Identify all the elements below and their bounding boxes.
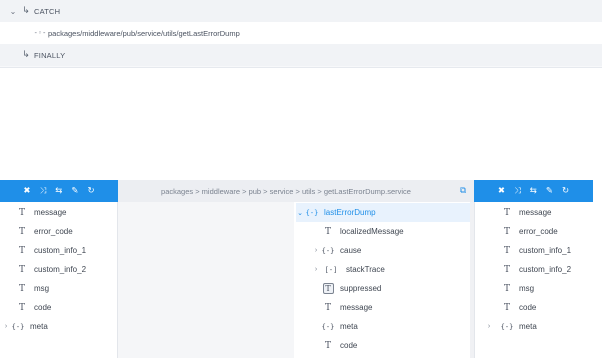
open-external-icon[interactable]: ⧉	[454, 186, 472, 196]
string-type-icon: T	[503, 226, 510, 237]
document-type-icon: {-}	[305, 208, 319, 217]
service-signature-pane: ⌄ {-} lastErrorDump T localizedMessage ›…	[118, 202, 474, 358]
field-localized-message[interactable]: T localizedMessage	[312, 222, 404, 241]
mapping-gutter	[118, 202, 294, 358]
field-last-error-dump[interactable]: ⌄ {-} lastErrorDump	[296, 203, 470, 222]
edit-icon[interactable]: ✎	[546, 186, 553, 196]
field-meta[interactable]: {-} meta	[320, 317, 358, 336]
field-custom-info-2[interactable]: T custom_info_2	[499, 260, 571, 279]
field-meta[interactable]: › {-} meta	[479, 317, 537, 336]
chevron-down-icon[interactable]: ⌄	[296, 209, 304, 217]
scroll-edge	[593, 180, 602, 358]
document-type-icon: {-}	[500, 322, 514, 331]
chevron-right-icon[interactable]: ›	[312, 266, 320, 273]
field-meta[interactable]: › {-} meta	[2, 317, 48, 336]
string-type-icon: T	[503, 245, 510, 256]
invoke-label: packages/middleware/pub/service/utils/ge…	[48, 28, 240, 38]
field-code[interactable]: T code	[499, 298, 536, 317]
field-message[interactable]: T message	[320, 298, 372, 317]
string-type-icon: T	[324, 340, 331, 351]
string-type-icon: T	[503, 264, 510, 275]
refresh-icon[interactable]: ↻	[562, 186, 569, 196]
field-custom-info-2[interactable]: T custom_info_2	[6, 260, 86, 279]
transform-icon[interactable]: ⇆	[530, 186, 537, 196]
field-custom-info-1[interactable]: T custom_info_1	[499, 241, 571, 260]
flow-step-finally[interactable]: ↳ FINALLY	[0, 44, 602, 66]
document-type-icon: {-}	[321, 322, 335, 331]
string-type-icon: T	[18, 264, 25, 275]
invoke-service-icon: -◦-	[33, 29, 47, 37]
pipeline-in-pane: T message T error_code T custom_info_1 T…	[0, 202, 118, 358]
catch-step-icon: ↳	[22, 6, 30, 16]
finally-label: FINALLY	[34, 50, 66, 60]
string-type-icon: T	[324, 302, 331, 313]
string-type-icon: T	[18, 207, 25, 218]
string-type-icon: T	[18, 226, 25, 237]
field-error-code[interactable]: T error_code	[6, 222, 73, 241]
flow-step-invoke[interactable]: -◦- packages/middleware/pub/service/util…	[0, 22, 602, 44]
edit-icon[interactable]: ✎	[71, 186, 78, 196]
string-list-type-icon: T	[320, 283, 336, 294]
field-msg[interactable]: T msg	[499, 279, 534, 298]
string-type-icon: T	[18, 245, 25, 256]
catch-label: CATCH	[34, 6, 61, 16]
field-message[interactable]: T message	[6, 203, 66, 222]
field-code[interactable]: T code	[320, 336, 357, 355]
field-error-code[interactable]: T error_code	[499, 222, 558, 241]
chevron-right-icon[interactable]: ›	[312, 247, 320, 254]
pipeline-out-pane: T message T error_code T custom_info_1 T…	[474, 202, 593, 358]
string-type-icon: T	[18, 283, 25, 294]
service-breadcrumb-bar: packages > middleware > pub > service > …	[118, 180, 474, 202]
field-stack-trace[interactable]: › [-] stackTrace	[312, 260, 385, 279]
field-suppressed[interactable]: T suppressed	[320, 279, 381, 298]
field-msg[interactable]: T msg	[6, 279, 49, 298]
document-type-icon: {-}	[11, 322, 25, 331]
field-code[interactable]: T code	[6, 298, 51, 317]
document-list-type-icon: [-]	[324, 265, 338, 274]
string-type-icon: T	[503, 283, 510, 294]
transform-icon[interactable]: ⇆	[55, 186, 62, 196]
flow-editor: ⌄ ↳ CATCH -◦- packages/middleware/pub/se…	[0, 0, 602, 68]
string-type-icon: T	[324, 226, 331, 237]
finally-step-icon: ↳	[22, 50, 30, 60]
field-cause[interactable]: › {-} cause	[312, 241, 362, 260]
close-icon[interactable]: ✖	[23, 186, 30, 196]
right-pipeline-toolbar: ✖ ⤨ ⇆ ✎ ↻	[474, 180, 593, 202]
close-icon[interactable]: ✖	[498, 186, 505, 196]
string-type-icon: T	[18, 302, 25, 313]
field-custom-info-1[interactable]: T custom_info_1	[6, 241, 86, 260]
document-type-icon: {-}	[321, 246, 335, 255]
left-pipeline-toolbar: ✖ ⤨ ⇆ ✎ ↻	[0, 180, 118, 202]
chevron-right-icon[interactable]: ›	[2, 323, 10, 330]
field-message[interactable]: T message	[499, 203, 551, 222]
refresh-icon[interactable]: ↻	[88, 186, 95, 196]
flow-step-catch[interactable]: ⌄ ↳ CATCH	[0, 0, 602, 22]
shuffle-icon[interactable]: ⤨	[514, 186, 521, 196]
chevron-down-icon[interactable]: ⌄	[8, 7, 18, 16]
string-type-icon: T	[503, 207, 510, 218]
chevron-right-icon[interactable]: ›	[479, 323, 499, 330]
breadcrumb: packages > middleware > pub > service > …	[161, 186, 411, 196]
string-type-icon: T	[503, 302, 510, 313]
shuffle-icon[interactable]: ⤨	[39, 186, 46, 196]
